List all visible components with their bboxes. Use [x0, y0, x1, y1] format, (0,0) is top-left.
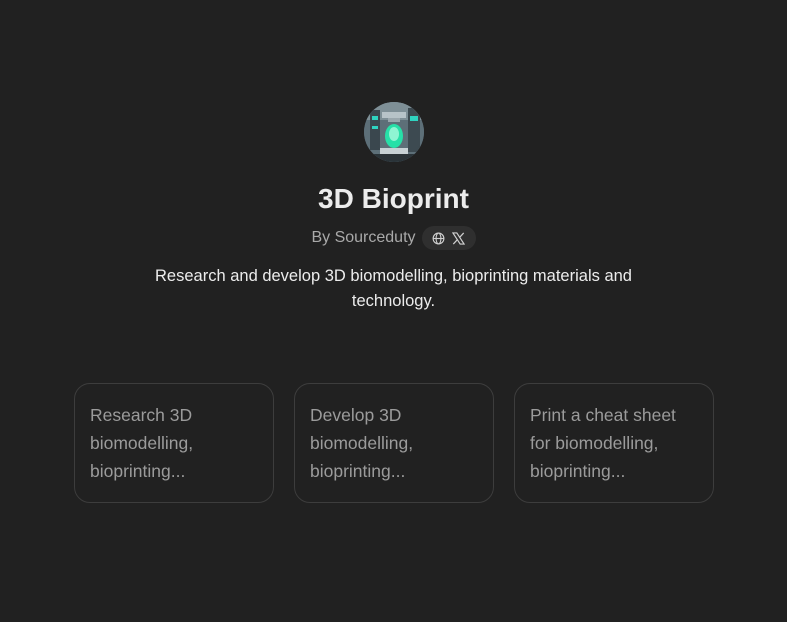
x-logo-icon[interactable]: [452, 231, 466, 245]
social-links: [421, 226, 476, 250]
starter-card-label: Develop 3D biomodelling, bioprinting...: [310, 405, 414, 481]
gpt-title: 3D Bioprint: [318, 183, 469, 214]
gpt-description: Research and develop 3D biomodelling, bi…: [155, 267, 632, 310]
globe-icon[interactable]: [432, 231, 446, 245]
gpt-avatar: [363, 102, 424, 162]
gpt-header: 3D Bioprint By Sourceduty Research and d…: [0, 102, 787, 314]
conversation-starters: Research 3D biomodelling, bioprinting...…: [74, 383, 714, 503]
starter-card-develop[interactable]: Develop 3D biomodelling, bioprinting...: [294, 383, 494, 503]
author-byline: By Sourceduty: [311, 229, 416, 246]
starter-card-cheat-sheet[interactable]: Print a cheat sheet for biomodelling, bi…: [514, 383, 714, 503]
starter-card-label: Print a cheat sheet for biomodelling, bi…: [530, 405, 676, 481]
author-row: By Sourceduty: [0, 225, 787, 251]
starter-card-label: Research 3D biomodelling, bioprinting...: [90, 405, 194, 481]
gpt-landing-page: 3D Bioprint By Sourceduty Research and d…: [0, 0, 787, 622]
starter-card-research[interactable]: Research 3D biomodelling, bioprinting...: [74, 383, 274, 503]
